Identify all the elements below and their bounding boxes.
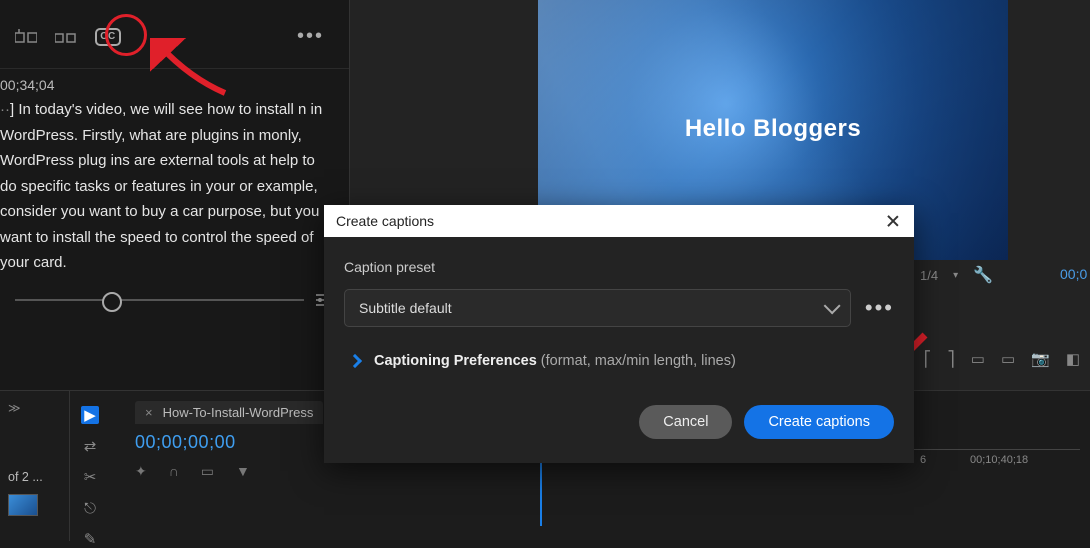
linked-selection-icon[interactable]: ∩	[169, 463, 179, 480]
close-tab-icon[interactable]: ×	[145, 405, 153, 420]
ruler-tick-1: 6	[920, 454, 926, 466]
razor-icon[interactable]: ⎋	[81, 499, 99, 517]
project-bin: ≫ of 2 ...	[0, 391, 70, 541]
wrench-icon[interactable]: 🔧	[973, 265, 993, 285]
dialog-body: Caption preset Subtitle default ••• Capt…	[324, 237, 914, 463]
captioning-preferences-row[interactable]: Captioning Preferences (format, max/min …	[344, 353, 894, 369]
chevron-right-icon	[348, 354, 362, 368]
marker-icon[interactable]: ▭	[201, 463, 214, 480]
overwrite-icon[interactable]: ▭	[1001, 350, 1015, 368]
dialog-actions: Cancel Create captions	[344, 405, 894, 439]
timeline-tools: ▶ ⇄ ✂ ⎋ ✎	[70, 396, 110, 548]
ripple-edit-icon[interactable]: ✂	[81, 468, 99, 486]
monitor-timecode: 00;0	[1060, 266, 1087, 282]
insert-icon[interactable]: ▭	[971, 350, 985, 368]
sequence-name: How-To-Install-WordPress	[163, 405, 314, 420]
dialog-title: Create captions	[336, 213, 434, 229]
collapse-icon[interactable]: ≫	[8, 401, 61, 415]
zoom-slider-row	[0, 276, 349, 309]
compare-icon[interactable]: ◧	[1066, 350, 1080, 368]
zoom-level[interactable]: 1/4	[920, 268, 938, 283]
track-select-icon[interactable]: ⇄	[81, 437, 99, 455]
dialog-header: Create captions	[324, 205, 914, 237]
add-marker-icon[interactable]: ▼	[236, 463, 250, 480]
snap-icon[interactable]: ✦	[135, 463, 147, 480]
close-icon[interactable]	[884, 212, 902, 230]
chevron-down-icon	[824, 297, 841, 314]
zoom-slider[interactable]	[15, 299, 304, 301]
monitor-button-row: ⎡ ⎤ ▭ ▭ 📷 ◧	[914, 346, 1090, 372]
transcript-timecode: 00;34;04	[0, 69, 343, 97]
item-count: of 2 ...	[8, 470, 61, 484]
add-caption-icon[interactable]	[15, 28, 37, 46]
export-frame-icon[interactable]: 📷	[1031, 350, 1050, 368]
selection-tool-icon[interactable]: ▶	[81, 406, 99, 424]
monitor-zoom-controls: 1/4 ▾ 🔧	[920, 265, 993, 285]
preset-more-icon[interactable]: •••	[865, 295, 894, 321]
caption-split-icon[interactable]	[55, 28, 77, 46]
transcript-body-text: ] In today's video, we will see how to i…	[0, 101, 322, 271]
create-captions-button[interactable]: Create captions	[744, 405, 894, 439]
mark-in-icon[interactable]: ⎡	[924, 350, 932, 368]
zoom-dropdown-icon[interactable]: ▾	[953, 270, 958, 281]
ruler-tick-2: 00;10;40;18	[970, 454, 1028, 466]
prefs-hint: (format, max/min length, lines)	[541, 353, 736, 369]
transcript-panel: CC ••• 00;34;04 ··] In today's video, we…	[0, 0, 350, 390]
preview-title-text: Hello Bloggers	[538, 115, 1008, 143]
preset-selected-value: Subtitle default	[359, 300, 452, 316]
caption-preset-label: Caption preset	[344, 259, 894, 275]
clip-thumbnail[interactable]	[8, 494, 38, 516]
sequence-tab[interactable]: × How-To-Install-WordPress	[135, 401, 323, 424]
transcript-text[interactable]: ··] In today's video, we will see how to…	[0, 97, 343, 276]
prefs-title: Captioning Preferences	[374, 353, 537, 369]
pen-icon[interactable]: ✎	[81, 530, 99, 548]
cc-button[interactable]: CC	[95, 28, 121, 46]
create-captions-dialog: Create captions Caption preset Subtitle …	[324, 205, 914, 463]
cancel-button[interactable]: Cancel	[639, 405, 732, 439]
mark-out-icon[interactable]: ⎤	[947, 350, 955, 368]
transcript-toolbar: CC •••	[0, 0, 349, 69]
more-options-icon[interactable]: •••	[297, 25, 324, 48]
caption-preset-select[interactable]: Subtitle default	[344, 289, 851, 327]
